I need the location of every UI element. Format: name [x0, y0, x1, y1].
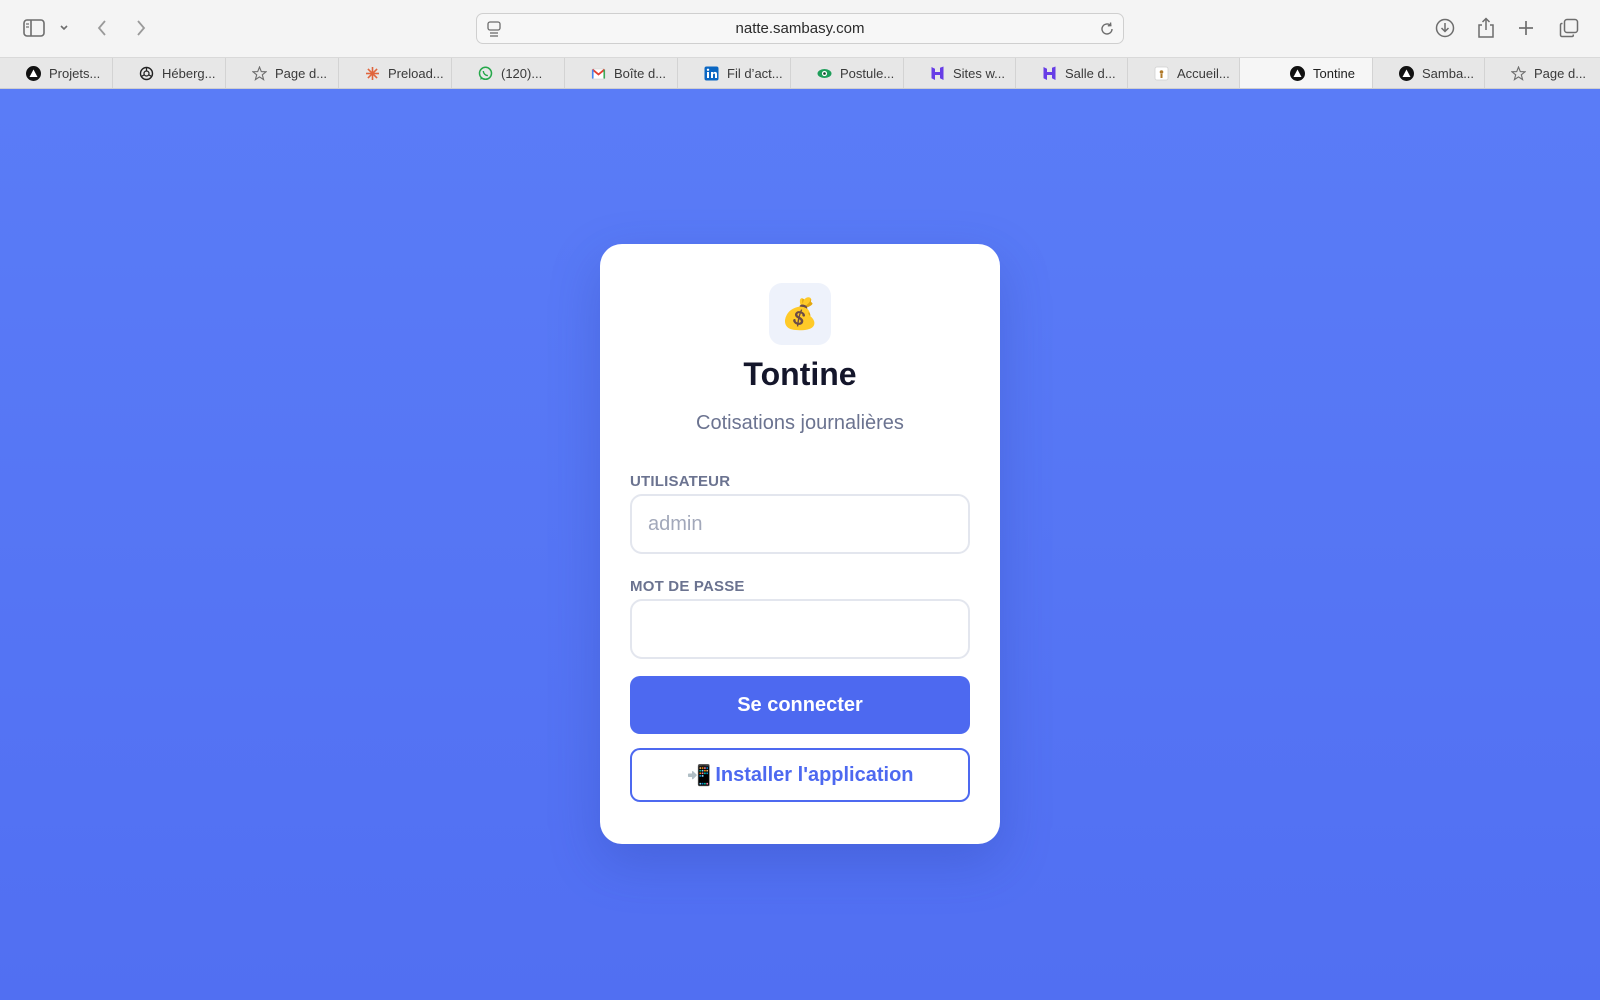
tab-bar: Projets... Héberg... Page d... Preload..… [0, 58, 1600, 89]
tab-accueil[interactable]: Accueil... [1128, 58, 1240, 88]
address-url: natte.sambasy.com [735, 20, 865, 37]
back-arrow-icon[interactable] [92, 12, 112, 44]
page-settings-icon[interactable] [487, 21, 501, 42]
tab-overview-icon[interactable] [1557, 12, 1581, 44]
tab-heberg[interactable]: Héberg... [113, 58, 226, 88]
hostinger-icon [930, 66, 945, 81]
app-title: Tontine [743, 356, 857, 392]
triangle-logo-icon [1290, 66, 1305, 81]
forward-arrow-icon[interactable] [131, 12, 151, 44]
mobile-install-icon: 📲 [686, 764, 712, 787]
tab-postule[interactable]: Postule... [791, 58, 904, 88]
download-icon[interactable] [1433, 12, 1457, 44]
openai-logo-icon [139, 66, 154, 81]
tab-page-1[interactable]: Page d... [226, 58, 339, 88]
star-icon [252, 66, 267, 81]
tab-page-2[interactable]: Page d... [1485, 58, 1600, 88]
whatsapp-icon [478, 66, 493, 81]
triangle-logo-icon [26, 66, 41, 81]
tab-gmail[interactable]: Boîte d... [565, 58, 678, 88]
install-app-label: Installer l'application [715, 763, 914, 786]
star-icon [1511, 66, 1526, 81]
share-icon[interactable] [1474, 12, 1498, 44]
eye-logo-icon [817, 66, 832, 81]
login-card: 💰 Tontine Cotisations journalières UTILI… [600, 244, 1000, 844]
linkedin-icon [704, 66, 719, 81]
tab-samba[interactable]: Samba... [1373, 58, 1485, 88]
tab-linkedin[interactable]: Fil d’act... [678, 58, 791, 88]
tab-whatsapp[interactable]: (120)... [452, 58, 565, 88]
triangle-logo-icon [1399, 66, 1414, 81]
tab-projets[interactable]: Projets... [0, 58, 113, 88]
username-input[interactable] [630, 494, 970, 554]
browser-toolbar: natte.sambasy.com [0, 0, 1600, 58]
login-button[interactable]: Se connecter [630, 676, 970, 734]
reload-icon[interactable] [1099, 21, 1115, 42]
gmail-icon [591, 66, 606, 81]
new-tab-plus-icon[interactable] [1515, 12, 1537, 44]
install-app-button[interactable]: 📲 Installer l'application [630, 748, 970, 802]
address-bar[interactable]: natte.sambasy.com [476, 13, 1124, 44]
password-label: MOT DE PASSE [630, 578, 745, 595]
tab-tontine[interactable]: Tontine [1240, 58, 1373, 88]
chevron-down-icon[interactable] [57, 12, 71, 44]
tab-sites[interactable]: Sites w... [904, 58, 1016, 88]
tab-salle[interactable]: Salle d... [1016, 58, 1128, 88]
password-input[interactable] [630, 599, 970, 659]
hostinger-icon [1042, 66, 1057, 81]
sidebar-toggle-icon[interactable] [22, 12, 46, 44]
username-label: UTILISATEUR [630, 473, 731, 490]
tab-preload[interactable]: Preload... [339, 58, 452, 88]
asterisk-logo-icon [365, 66, 380, 81]
page-background: 💰 Tontine Cotisations journalières UTILI… [0, 89, 1600, 1000]
money-bag-icon: 💰 [769, 283, 831, 345]
app-subtitle: Cotisations journalières [696, 412, 904, 434]
site-favicon-icon [1154, 66, 1169, 81]
